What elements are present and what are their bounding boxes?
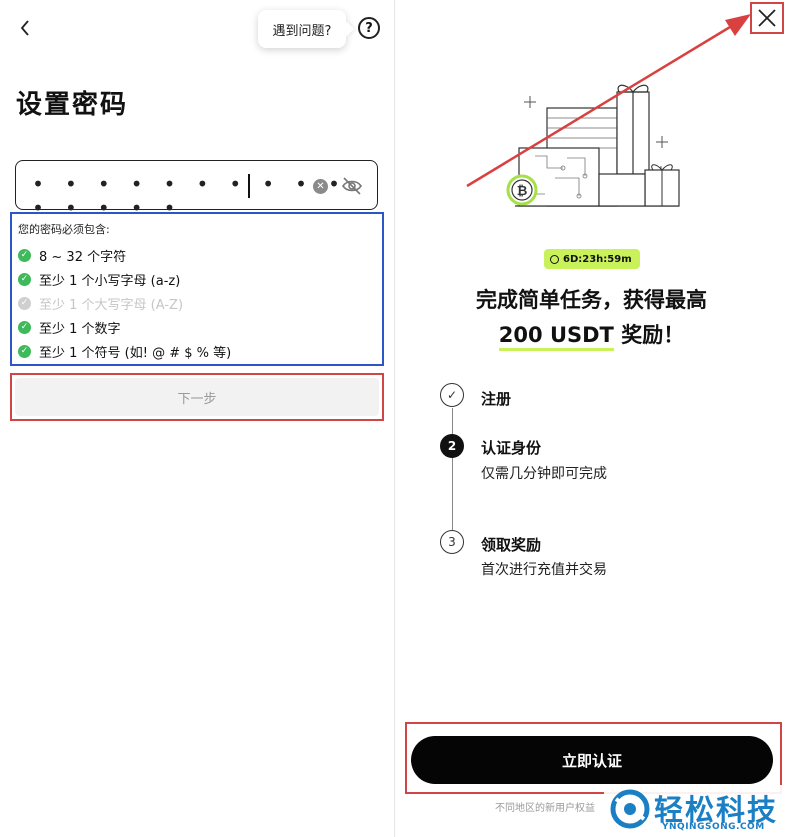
requirement-label: 8 ~ 32 个字符 <box>39 250 127 265</box>
check-icon: ✓ <box>18 249 31 262</box>
next-button[interactable]: 下一步 <box>15 378 379 416</box>
requirement-label: 至少 1 个数字 <box>39 322 121 337</box>
back-chevron-icon <box>20 20 29 36</box>
back-button[interactable] <box>12 14 38 42</box>
site-watermark: 轻松科技 YNQINGSONG.COM <box>604 785 788 837</box>
eye-off-icon[interactable] <box>340 175 364 197</box>
watermark-logo-icon <box>610 789 650 829</box>
requirement-label: 至少 1 个符号 (如! @ # $ % 等) <box>39 346 232 361</box>
step-1-done-marker: ✓ <box>440 383 464 407</box>
requirement-label: 至少 1 个小写字母 (a-z) <box>39 274 181 289</box>
step-2-title: 认证身份 <box>481 439 542 457</box>
clear-icon[interactable]: ✕ <box>313 179 328 194</box>
requirement-uppercase: ✓ 至少 1 个大写字母 (A-Z) <box>18 294 183 313</box>
svg-text:₿: ₿ <box>517 184 528 199</box>
requirement-length: ✓ 8 ~ 32 个字符 <box>18 246 126 265</box>
requirements-title: 您的密码必须包含: <box>18 223 110 236</box>
reward-headline: 完成简单任务，获得最高 <box>476 288 707 312</box>
text-caret <box>248 174 250 198</box>
next-button-highlight: 下一步 <box>10 373 384 421</box>
reward-suffix: 奖励！ <box>613 323 685 347</box>
requirement-label: 至少 1 个大写字母 (A-Z) <box>39 298 184 313</box>
requirement-number: ✓ 至少 1 个数字 <box>18 318 121 337</box>
password-input[interactable]: • • • • • • • • • • • • • • • ✕ <box>15 160 378 220</box>
step-3-subtitle: 首次进行充值并交易 <box>481 562 607 578</box>
gift-boxes-illustration: ₿ <box>506 84 680 207</box>
reward-headline-amount-line: 200 USDT 奖励！ <box>395 319 788 351</box>
countdown-value: 6D:23h:59m <box>563 253 632 265</box>
requirement-symbol: ✓ 至少 1 个符号 (如! @ # $ % 等) <box>18 342 231 361</box>
steps-connector <box>452 408 453 532</box>
watermark-url: YNQINGSONG.COM <box>662 822 765 832</box>
requirement-lowercase: ✓ 至少 1 个小写字母 (a-z) <box>18 270 180 289</box>
check-icon: ✓ <box>446 388 458 402</box>
check-icon: ✓ <box>18 273 31 286</box>
rewards-pane: ₿ 6D:23h:59m 完成简单任务，获得最高 200 USDT 奖励！ ✓ … <box>395 0 788 837</box>
close-button[interactable] <box>750 2 784 34</box>
check-icon: ✓ <box>18 321 31 334</box>
verify-button-highlight: 立即认证 <box>405 722 782 794</box>
step-3-title: 领取奖励 <box>481 536 542 554</box>
step-2-subtitle: 仅需几分钟即可完成 <box>481 466 607 482</box>
reward-amount: 200 USDT <box>498 323 614 351</box>
check-icon: ✓ <box>18 297 31 310</box>
page-title: 设置密码 <box>16 90 129 120</box>
clock-icon <box>550 254 559 264</box>
step-1-title: 注册 <box>481 390 512 408</box>
password-setup-pane: 遇到问题? ? 设置密码 • • • • • • • • • • • • • •… <box>0 0 394 837</box>
countdown-badge: 6D:23h:59m <box>544 249 640 269</box>
help-tooltip: 遇到问题? <box>258 10 346 48</box>
bitcoin-icon: ₿ <box>506 174 538 206</box>
step-2-marker: 2 <box>440 434 464 458</box>
verify-now-button[interactable]: 立即认证 <box>411 736 773 784</box>
password-requirements-panel: 您的密码必须包含: ✓ 8 ~ 32 个字符 ✓ 至少 1 个小写字母 (a-z… <box>10 212 384 366</box>
footer-note: 不同地区的新用户权益 <box>495 803 595 814</box>
close-icon <box>758 9 776 27</box>
step-3-marker: 3 <box>440 530 464 554</box>
check-icon: ✓ <box>18 345 31 358</box>
help-icon[interactable]: ? <box>358 17 380 39</box>
